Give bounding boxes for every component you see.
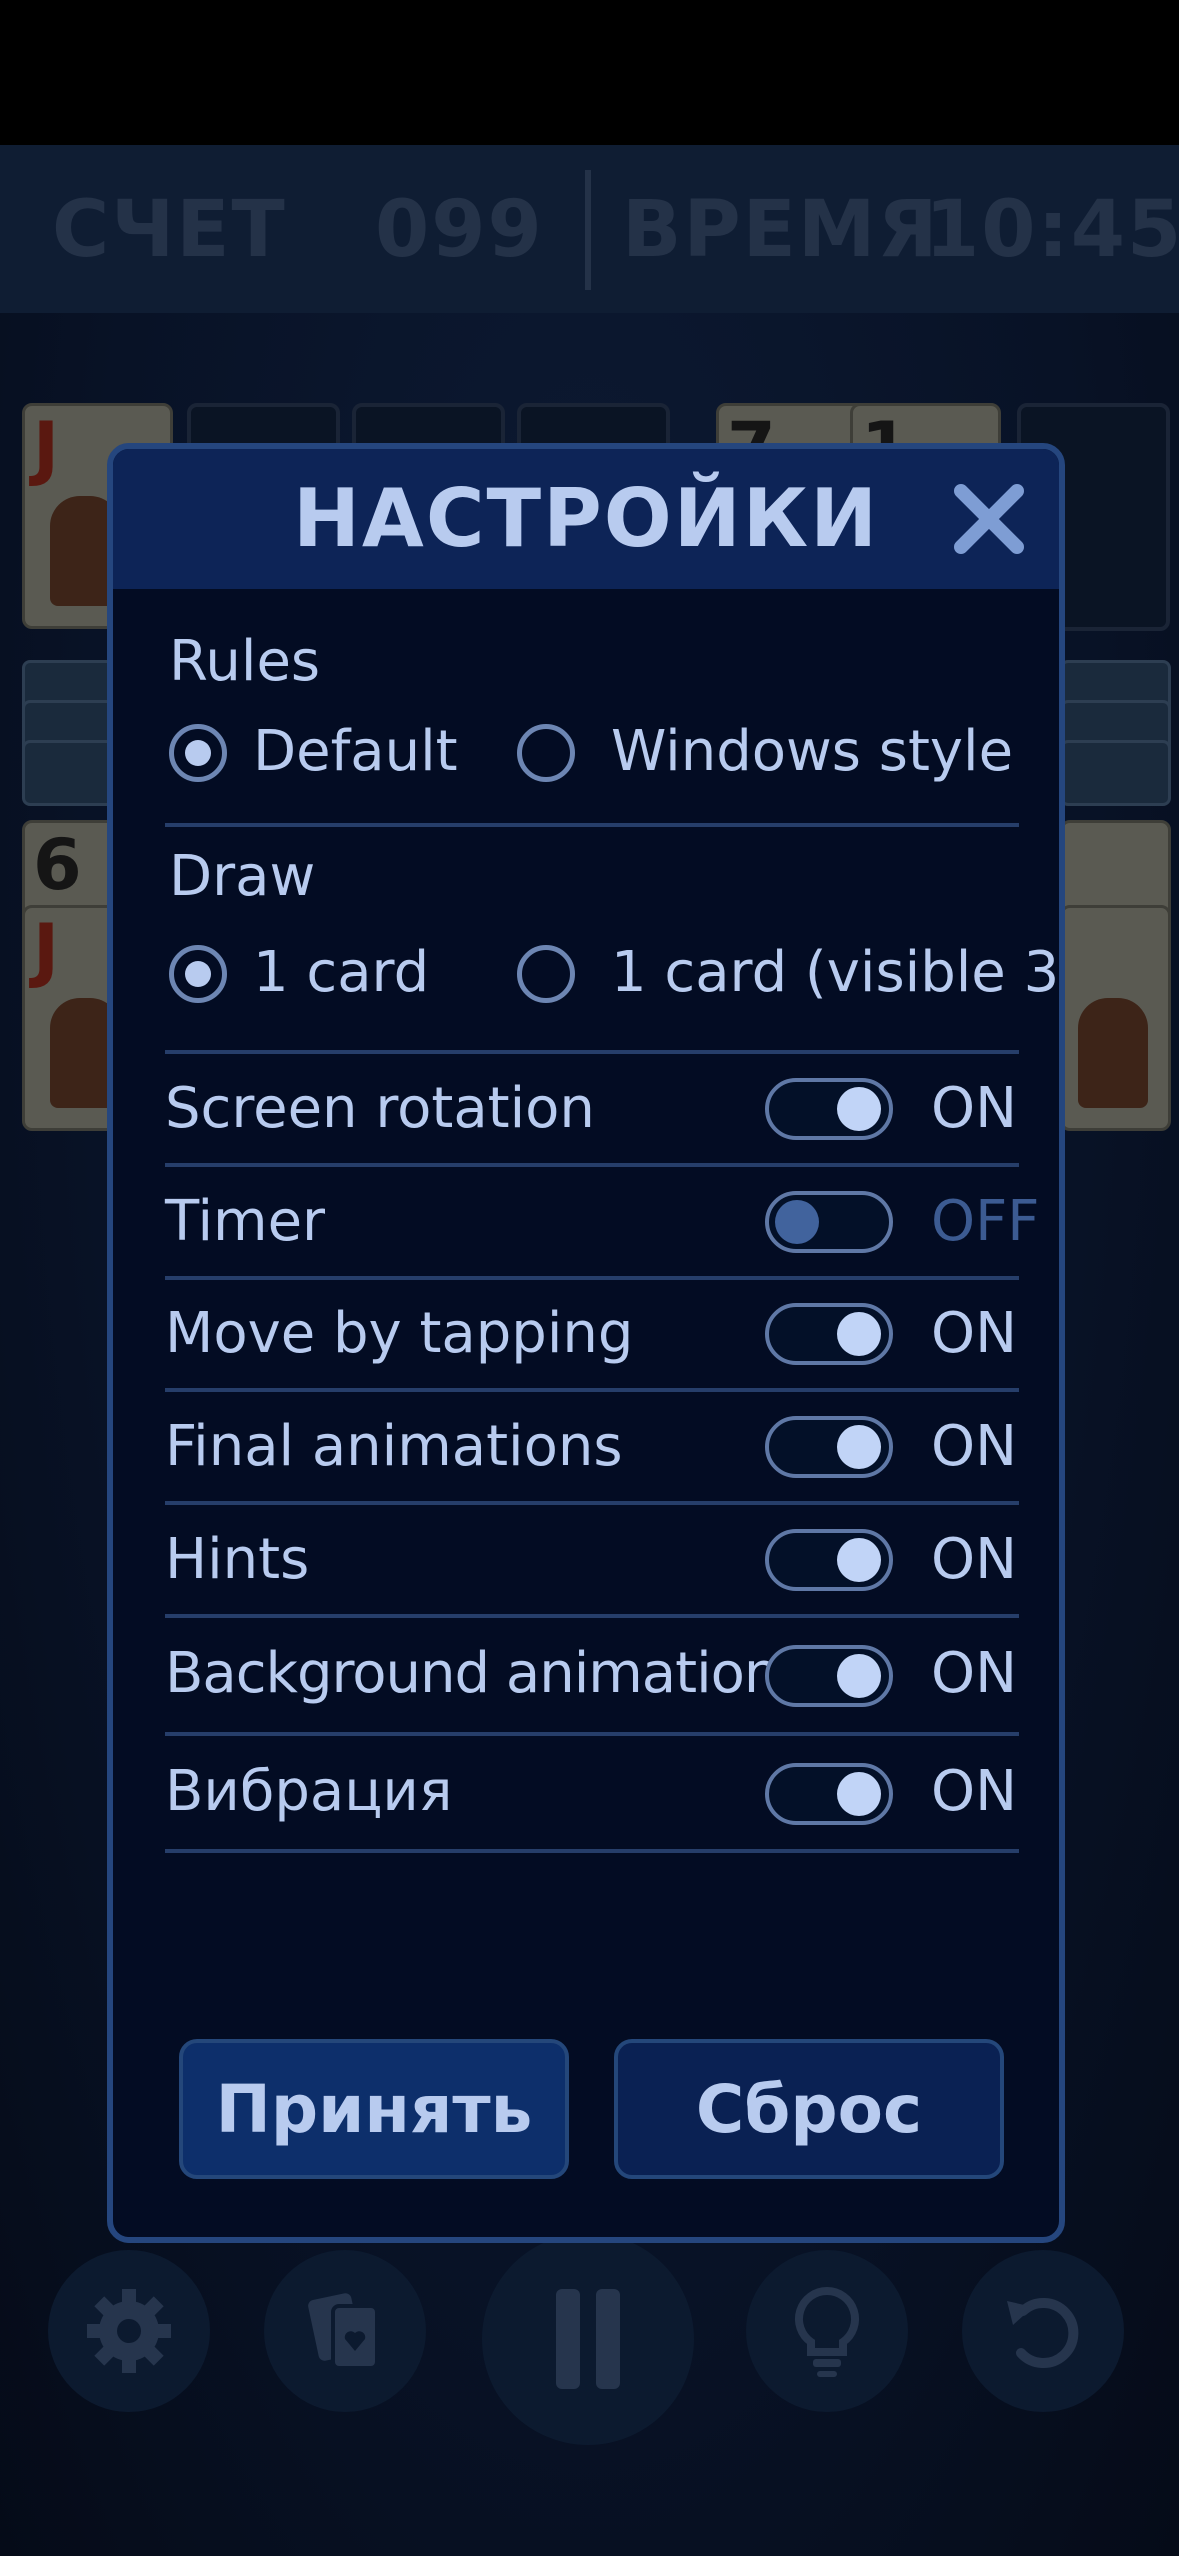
undo-icon — [1007, 2298, 1079, 2368]
settings-dialog: НАСТРОЙКИ Rules Default Windows style Dr… — [107, 443, 1065, 2243]
draw-visible-3-radio[interactable] — [517, 945, 575, 1003]
toggle-knob — [837, 1087, 881, 1131]
score-label: СЧЕТ — [52, 185, 287, 275]
close-icon — [954, 484, 1024, 554]
rules-default-radio[interactable] — [169, 724, 227, 782]
divider — [165, 1849, 1019, 1853]
divider — [165, 1050, 1019, 1054]
dialog-title: НАСТРОЙКИ — [292, 472, 880, 565]
final-animations-label: Final animations — [165, 1414, 623, 1479]
vibration-toggle[interactable] — [765, 1763, 893, 1825]
divider — [165, 1732, 1019, 1736]
close-button[interactable] — [949, 479, 1029, 559]
rules-label: Rules — [169, 629, 321, 694]
time-label: ВРЕМЯ — [622, 185, 940, 275]
toggle-knob — [775, 1200, 819, 1244]
new-game-button[interactable] — [264, 2250, 426, 2412]
divider — [165, 1163, 1019, 1167]
reset-button[interactable]: Сброс — [614, 2039, 1004, 2179]
move-by-tapping-label: Move by tapping — [165, 1301, 634, 1366]
timer-state: OFF — [931, 1189, 1040, 1254]
toggle-knob — [837, 1312, 881, 1356]
card-back — [1060, 740, 1171, 806]
screen-rotation-toggle[interactable] — [765, 1078, 893, 1140]
divider — [165, 1501, 1019, 1505]
gear-icon — [87, 2289, 171, 2373]
card-rank: J — [33, 909, 60, 991]
score-value: 099 — [375, 185, 544, 275]
screen-rotation-state: ON — [931, 1076, 1017, 1141]
draw-visible-3-label[interactable]: 1 card (visible 3) — [611, 940, 1059, 1006]
settings-button[interactable] — [48, 2250, 210, 2412]
timer-toggle[interactable] — [765, 1191, 893, 1253]
background-animation-label: Background animation — [165, 1641, 779, 1706]
card-face — [1078, 998, 1148, 1108]
rules-default-label[interactable]: Default — [253, 719, 458, 785]
toggle-knob — [837, 1772, 881, 1816]
undo-button[interactable] — [962, 2250, 1124, 2412]
pause-icon — [556, 2289, 620, 2389]
hints-state: ON — [931, 1527, 1017, 1592]
draw-1-card-radio[interactable] — [169, 945, 227, 1003]
move-by-tapping-state: ON — [931, 1301, 1017, 1366]
toggle-knob — [837, 1538, 881, 1582]
timer-label: Timer — [165, 1189, 326, 1254]
divider — [165, 823, 1019, 827]
card-rank: 6 — [33, 824, 82, 906]
score-divider — [585, 170, 591, 290]
hints-toggle[interactable] — [765, 1529, 893, 1591]
screen-rotation-label: Screen rotation — [165, 1076, 595, 1141]
move-by-tapping-toggle[interactable] — [765, 1303, 893, 1365]
cards-icon — [308, 2293, 379, 2370]
divider — [165, 1388, 1019, 1392]
time-value: 10:45 — [925, 185, 1179, 275]
background-animation-state: ON — [931, 1641, 1017, 1706]
toggle-knob — [837, 1425, 881, 1469]
toggle-knob — [837, 1654, 881, 1698]
background-animation-toggle[interactable] — [765, 1645, 893, 1707]
divider — [165, 1614, 1019, 1618]
rules-windows-radio[interactable] — [517, 724, 575, 782]
accept-button[interactable]: Принять — [179, 2039, 569, 2179]
card-rank: J — [33, 407, 60, 489]
pause-button[interactable] — [482, 2233, 694, 2445]
vibration-label: Вибрация — [165, 1759, 453, 1824]
tableau-card — [1060, 905, 1171, 1131]
vibration-state: ON — [931, 1759, 1017, 1824]
final-animations-state: ON — [931, 1414, 1017, 1479]
draw-label: Draw — [169, 844, 316, 909]
divider — [165, 1276, 1019, 1280]
final-animations-toggle[interactable] — [765, 1416, 893, 1478]
hints-label: Hints — [165, 1527, 310, 1592]
rules-windows-label[interactable]: Windows style — [611, 719, 1013, 785]
lightbulb-icon — [795, 2286, 859, 2377]
hint-button[interactable] — [746, 2250, 908, 2412]
score-bar: СЧЕТ 099 ВРЕМЯ 10:45 — [0, 145, 1179, 313]
draw-1-card-label[interactable]: 1 card — [253, 940, 429, 1006]
